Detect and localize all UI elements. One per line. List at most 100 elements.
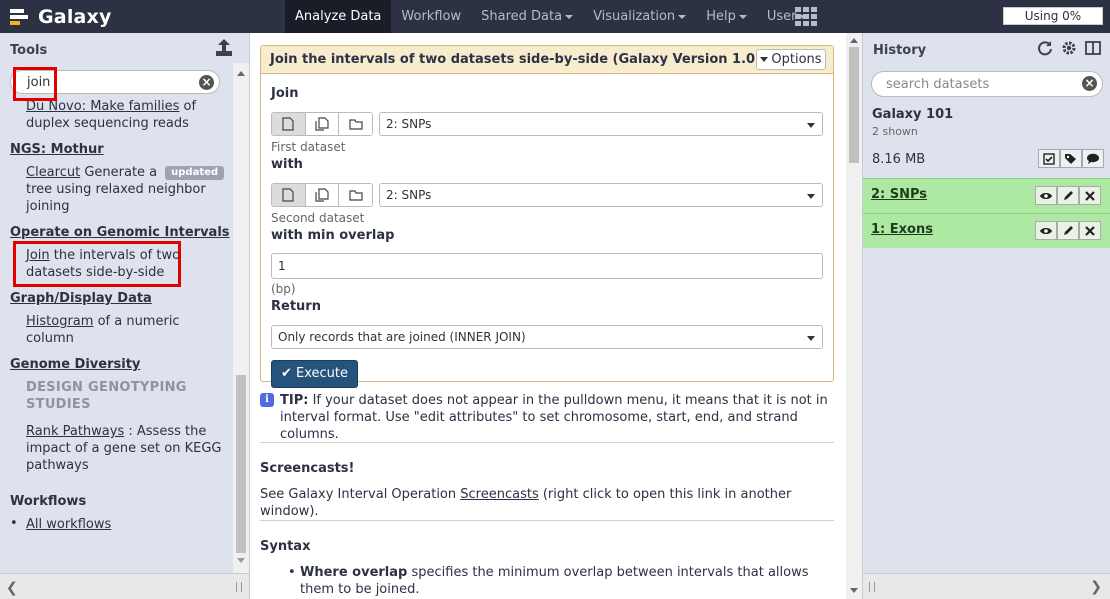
- scroll-up-icon[interactable]: [237, 71, 245, 76]
- history-name[interactable]: Galaxy 101: [872, 107, 953, 122]
- annotation-icon[interactable]: [1082, 149, 1104, 168]
- overlap-help: (bp): [271, 282, 296, 296]
- scroll-down-icon[interactable]: [237, 558, 245, 563]
- clear-search-icon[interactable]: ×: [1082, 76, 1097, 91]
- tags-icon[interactable]: [1060, 149, 1082, 168]
- screencasts-link[interactable]: Screencasts: [460, 487, 538, 502]
- collapse-left-icon[interactable]: ❮: [6, 580, 18, 596]
- brand-title: Galaxy: [38, 5, 112, 28]
- top-nav: Analyze Data Workflow Shared Data Visual…: [285, 0, 817, 33]
- all-workflows-link[interactable]: All workflows: [26, 517, 111, 532]
- history-panel: History search datasets × Galaxy 101 2 s…: [862, 33, 1110, 599]
- tool-desc: column: [26, 331, 74, 346]
- collection-folder-icon[interactable]: [339, 113, 372, 135]
- options-button[interactable]: Options: [756, 49, 826, 70]
- delete-icon[interactable]: [1079, 221, 1101, 240]
- input-value: 1: [278, 259, 286, 273]
- scroll-up-icon[interactable]: [850, 38, 858, 43]
- tip-body: If your dataset does not appear in the p…: [280, 393, 828, 442]
- columns-icon[interactable]: [1085, 40, 1101, 56]
- history-toolbar: [1037, 40, 1101, 56]
- center-scrollbar[interactable]: [846, 33, 862, 599]
- screencasts-heading: Screencasts!: [260, 461, 355, 476]
- nav-analyze-data[interactable]: Analyze Data: [285, 0, 392, 33]
- join-dataset-select[interactable]: 2: SNPs: [379, 112, 823, 136]
- dataset-item[interactable]: 1: Exons: [863, 213, 1110, 248]
- resize-grip-icon[interactable]: [236, 582, 242, 592]
- nav-help[interactable]: Help: [696, 0, 757, 33]
- nav-visualization[interactable]: Visualization: [583, 0, 696, 33]
- section-genomic-intervals[interactable]: Operate on Genomic Intervals: [10, 225, 230, 240]
- tool-desc: duplex sequencing reads: [26, 116, 189, 131]
- apps-grid-icon[interactable]: [795, 7, 817, 26]
- nav-label: Help: [706, 9, 736, 24]
- resize-grip-icon[interactable]: [869, 582, 875, 592]
- tool-panel-footer: ❮: [0, 573, 249, 599]
- upload-icon[interactable]: [214, 39, 234, 57]
- tool-link-histogram[interactable]: Histogram: [26, 314, 93, 329]
- tool-panel-scrollbar[interactable]: [233, 63, 249, 587]
- tool-link-du-novo[interactable]: Du Novo: Make families: [26, 99, 179, 114]
- with-label: with: [271, 157, 303, 172]
- tool-form-header: Join the intervals of two datasets side-…: [261, 46, 833, 74]
- caret-down-icon: [565, 14, 574, 19]
- eye-icon[interactable]: [1035, 221, 1057, 240]
- history-shown-count: 2 shown: [872, 125, 918, 138]
- collection-folder-icon[interactable]: [339, 184, 372, 206]
- multiple-datasets-icon[interactable]: [305, 113, 340, 135]
- screencasts-paragraph: See Galaxy Interval Operation Screencast…: [260, 486, 830, 520]
- scroll-thumb[interactable]: [849, 47, 859, 163]
- nav-label: Shared Data: [481, 9, 563, 24]
- single-dataset-icon[interactable]: [272, 113, 306, 135]
- eye-icon[interactable]: [1035, 186, 1057, 205]
- select-items-icon[interactable]: [1038, 149, 1060, 168]
- nav-label: Visualization: [593, 9, 676, 24]
- section-graph-display[interactable]: Graph/Display Data: [10, 291, 152, 306]
- single-dataset-icon[interactable]: [272, 184, 306, 206]
- nav-workflow[interactable]: Workflow: [391, 0, 471, 33]
- execute-label: Execute: [296, 366, 349, 381]
- with-help: Second dataset: [271, 211, 365, 225]
- dataset-title[interactable]: 2: SNPs: [871, 187, 927, 202]
- tool-link-clearcut[interactable]: Clearcut: [26, 165, 80, 180]
- gear-icon[interactable]: [1061, 40, 1077, 56]
- pencil-icon[interactable]: [1057, 221, 1079, 240]
- history-search-input[interactable]: search datasets ×: [871, 71, 1103, 97]
- tool-desc: : Assess the: [124, 424, 207, 439]
- scroll-down-icon[interactable]: [850, 588, 858, 593]
- collapse-right-icon[interactable]: ❯: [1090, 579, 1102, 595]
- clear-search-icon[interactable]: ×: [199, 75, 214, 90]
- caret-down-icon: [678, 14, 687, 19]
- join-input-mode-group: [271, 112, 373, 136]
- return-label: Return: [271, 299, 321, 314]
- refresh-icon[interactable]: [1037, 40, 1053, 56]
- section-genome-diversity[interactable]: Genome Diversity: [10, 357, 140, 372]
- delete-icon[interactable]: [1079, 186, 1101, 205]
- brand[interactable]: Galaxy: [10, 4, 112, 29]
- tool-form: Join the intervals of two datasets side-…: [260, 45, 834, 388]
- tool-link-rank-pathways[interactable]: Rank Pathways: [26, 424, 124, 439]
- execute-button[interactable]: ✔ Execute: [271, 360, 358, 388]
- divider: [260, 520, 834, 521]
- tip-bold: TIP:: [280, 393, 309, 408]
- nav-shared-data[interactable]: Shared Data: [471, 0, 583, 33]
- syntax-list-item: Where overlap specifies the minimum over…: [288, 564, 830, 598]
- tool-rank-pathways: Rank Pathways : Assess the impact of a g…: [26, 423, 226, 474]
- pencil-icon[interactable]: [1057, 186, 1079, 205]
- history-panel-footer: ❯: [863, 573, 1110, 599]
- return-select[interactable]: Only records that are joined (INNER JOIN…: [271, 325, 823, 349]
- tool-desc: of a numeric: [93, 314, 180, 329]
- multiple-datasets-icon[interactable]: [305, 184, 340, 206]
- tool-panel-title: Tools: [10, 43, 48, 58]
- tool-desc: STUDIES: [26, 397, 91, 412]
- section-ngs-mothur[interactable]: NGS: Mothur: [10, 142, 104, 157]
- quota-meter[interactable]: Using 0%: [1003, 7, 1103, 25]
- history-size: 8.16 MB: [872, 152, 926, 167]
- dataset-item[interactable]: 2: SNPs: [863, 178, 1110, 213]
- scroll-thumb[interactable]: [236, 375, 246, 553]
- min-overlap-input[interactable]: 1: [271, 253, 823, 279]
- with-dataset-select[interactable]: 2: SNPs: [379, 183, 823, 207]
- tool-histogram: Histogram of a numeric column: [26, 313, 226, 347]
- info-icon: i: [260, 393, 274, 407]
- dataset-title[interactable]: 1: Exons: [871, 222, 933, 237]
